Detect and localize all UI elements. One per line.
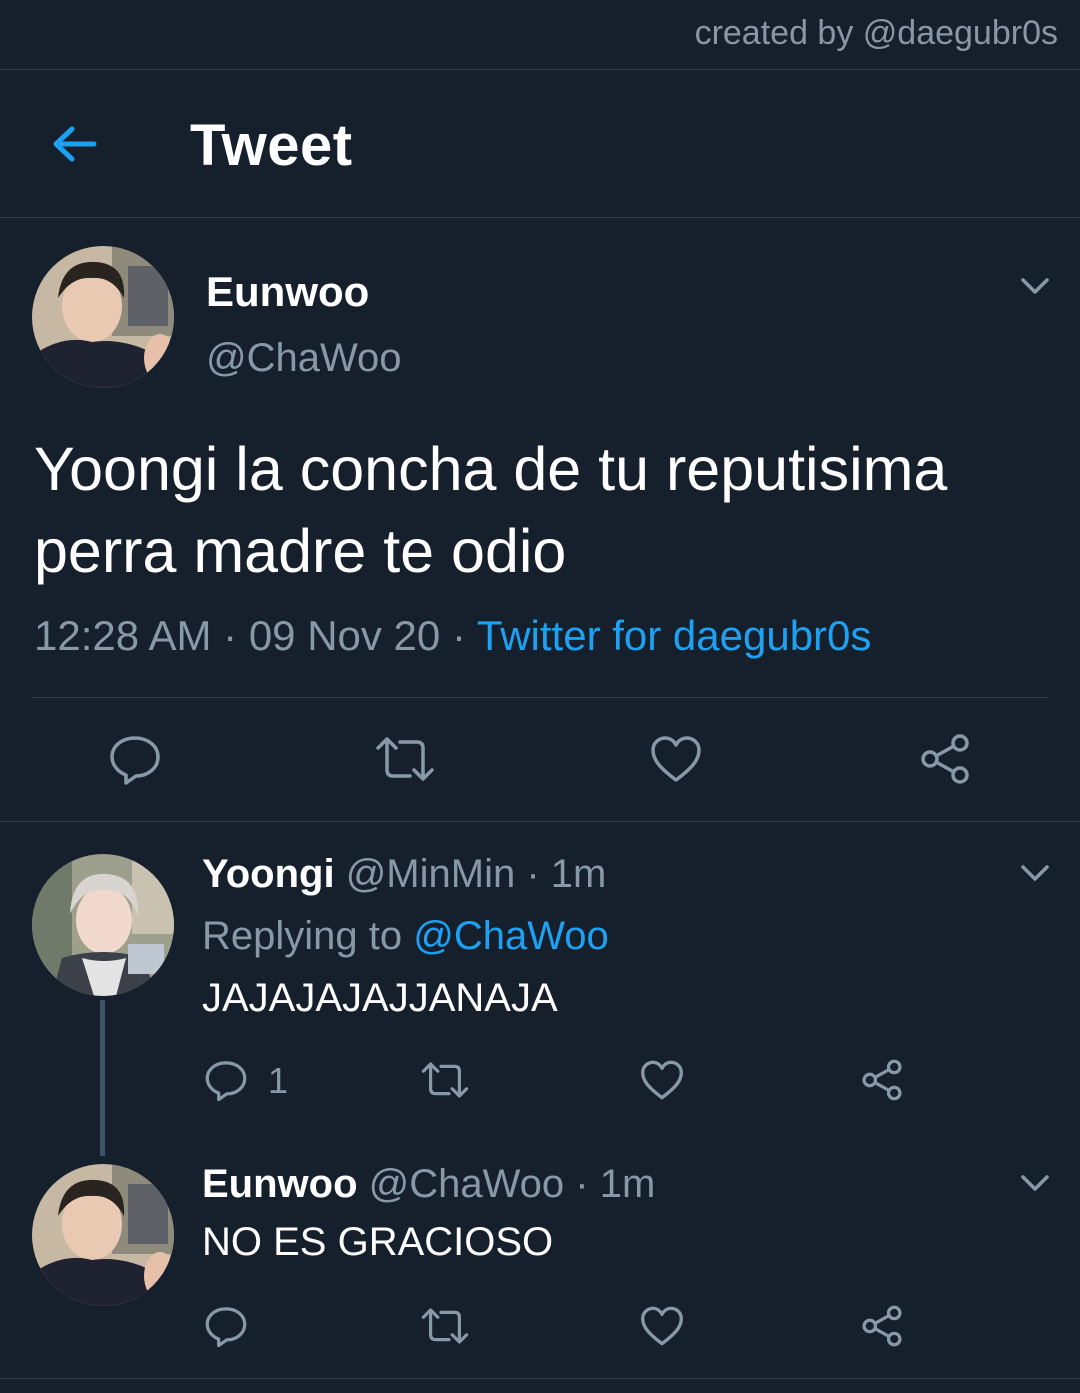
replying-to: Replying to @ChaWoo — [202, 914, 609, 959]
share-button[interactable] — [860, 1058, 904, 1102]
reply-button[interactable] — [204, 1058, 248, 1102]
tweet-text-line: perra madre te odio — [34, 517, 567, 585]
tweet-options-button[interactable] — [1020, 863, 1050, 883]
meta-separator: · — [526, 852, 540, 896]
share-button[interactable] — [918, 732, 972, 786]
reply-icon — [110, 736, 160, 785]
author-name[interactable]: Eunwoo — [206, 268, 369, 316]
tweet-time: 1m — [550, 852, 607, 896]
divider — [0, 821, 1080, 822]
tweet-time: 12:28 AM — [34, 612, 212, 659]
thread-connector — [100, 1000, 105, 1156]
retweet-button[interactable] — [420, 1060, 470, 1100]
tweet-text-line: Yoongi la concha de tu reputisima — [34, 435, 948, 503]
share-icon — [862, 1305, 902, 1347]
author-name[interactable]: Eunwoo — [202, 1162, 358, 1206]
meta-separator: · — [451, 612, 466, 659]
author-name[interactable]: Yoongi — [202, 852, 335, 896]
divider — [0, 1378, 1080, 1379]
top-app-bar: Tweet — [0, 70, 1080, 218]
heart-icon — [641, 1060, 683, 1100]
chevron-down-icon — [1021, 865, 1049, 881]
retweet-icon — [421, 1308, 469, 1344]
like-button[interactable] — [650, 734, 702, 784]
reply-icon — [205, 1061, 247, 1102]
reply-count: 1 — [268, 1060, 289, 1101]
reply-button[interactable] — [108, 732, 162, 786]
tweet-meta: 12:28 AM · 09 Nov 20 · Twitter for daegu… — [34, 612, 871, 660]
tweet-source-link[interactable]: Twitter for daegubr0s — [477, 612, 872, 659]
retweet-icon — [376, 737, 434, 781]
tweet-text: NO ES GRACIOSO — [202, 1220, 554, 1264]
author-handle[interactable]: @MinMin — [346, 852, 516, 896]
replying-to-handle[interactable]: @ChaWoo — [413, 914, 609, 958]
watermark-credit: created by @daegubr0s — [694, 14, 1058, 52]
meta-separator: · — [223, 612, 238, 659]
retweet-button[interactable] — [420, 1306, 470, 1346]
heart-icon — [651, 736, 701, 782]
author-handle[interactable]: @ChaWoo — [369, 1162, 565, 1206]
retweet-button[interactable] — [374, 734, 436, 784]
heart-icon — [641, 1306, 683, 1346]
tweet-options-button[interactable] — [1020, 1173, 1050, 1193]
tweet-date: 09 Nov 20 — [248, 612, 441, 659]
avatar[interactable] — [32, 854, 174, 996]
share-button[interactable] — [860, 1304, 904, 1348]
reply-button[interactable] — [204, 1304, 248, 1348]
page-title: Tweet — [190, 113, 353, 178]
avatar[interactable] — [32, 1164, 174, 1306]
share-icon — [921, 734, 969, 784]
divider — [32, 697, 1048, 698]
avatar[interactable] — [32, 246, 174, 388]
reply-icon — [205, 1307, 247, 1348]
arrow-left-icon — [53, 126, 97, 162]
tweet-time: 1m — [599, 1162, 656, 1206]
share-icon — [862, 1059, 902, 1101]
reply-header: Eunwoo @ChaWoo · 1m — [202, 1162, 655, 1207]
retweet-icon — [421, 1062, 469, 1098]
replying-to-label: Replying to — [202, 914, 403, 958]
author-handle[interactable]: @ChaWoo — [206, 336, 402, 381]
back-button[interactable] — [48, 120, 100, 168]
chevron-down-icon — [1021, 1175, 1049, 1191]
like-button[interactable] — [640, 1059, 684, 1101]
meta-separator: · — [575, 1162, 589, 1206]
tweet-text: Yoongi la concha de tu reputisima perra … — [34, 428, 1044, 592]
tweet-options-button[interactable] — [1020, 276, 1050, 296]
like-button[interactable] — [640, 1305, 684, 1347]
chevron-down-icon — [1021, 278, 1049, 294]
tweet-text: JAJAJAJAJJANAJA — [202, 976, 558, 1020]
reply-header: Yoongi @MinMin · 1m — [202, 852, 606, 897]
